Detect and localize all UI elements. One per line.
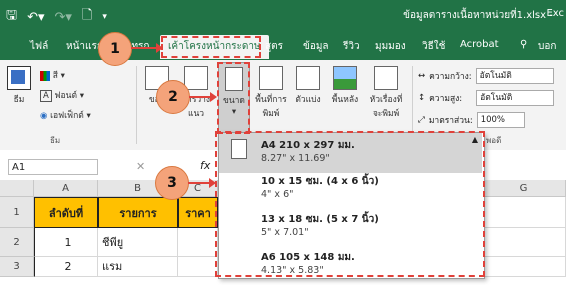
name-box[interactable]: A1 [8, 159, 98, 175]
table-cell[interactable] [178, 257, 218, 277]
app-name: Exc [546, 8, 564, 19]
title-bar: 🖫 ↶▾ ↷▾ 🗋 ▾ ข้อมูลตารางเนื้อหาหน่วยที่1.… [0, 0, 566, 31]
column-header-a[interactable]: A [34, 180, 98, 197]
table-header-cell[interactable]: ราคา [178, 197, 218, 228]
colors-button[interactable]: สี ▾ [40, 68, 65, 82]
breaks-button[interactable]: ตัวแบ่ง [292, 66, 324, 106]
background-label: พื้นหลัง [331, 95, 359, 105]
effects-button[interactable]: ◉ เอฟเฟ็กต์ ▾ [40, 108, 91, 122]
height-select[interactable]: อัตโนมัติ [476, 90, 555, 106]
ribbon-separator [136, 66, 137, 144]
width-row: ↔ ความกว้าง: อัตโนมัติ [418, 68, 554, 84]
tab-review[interactable]: รีวิว [343, 39, 360, 54]
fx-label[interactable]: fx [200, 159, 210, 172]
background-button[interactable]: พื้นหลัง [328, 66, 362, 106]
highlight-size-button [217, 62, 250, 134]
row-header-3[interactable]: 3 [0, 257, 34, 277]
themes-group-label: ธีม [50, 136, 61, 145]
table-cell[interactable]: ชีพียู [98, 228, 178, 257]
width-select[interactable]: อัตโนมัติ [475, 68, 554, 84]
table-cell[interactable]: 1 [34, 228, 98, 257]
row-header-1[interactable]: 1 [0, 197, 34, 228]
effects-icon: ◉ [40, 111, 48, 121]
scale-input[interactable]: 100% [476, 112, 525, 128]
effects-label: เอฟเฟ็กต์ [50, 111, 84, 121]
table-cell[interactable] [482, 228, 566, 257]
table-cell[interactable] [178, 228, 218, 257]
table-header-cell[interactable]: รายการ [98, 197, 178, 228]
select-all-corner[interactable] [0, 180, 34, 197]
scale-group-label: พอดี [486, 136, 502, 145]
width-icon: ↔ [418, 71, 426, 81]
tab-help[interactable]: วิธีใช้ [422, 39, 445, 54]
callout-arrow [189, 92, 217, 102]
tab-formulas[interactable]: สูตร [265, 39, 283, 54]
document-title: ข้อมูลตารางเนื้อหาหน่วยที่1.xlsx - [403, 10, 553, 21]
table-header-cell[interactable]: ลำดับที่ [34, 197, 98, 228]
row-header-2[interactable]: 2 [0, 228, 34, 257]
background-icon [333, 66, 357, 90]
height-icon: ↕ [418, 93, 426, 103]
tab-view[interactable]: มุมมอง [375, 39, 406, 54]
callout-step-2: 2 [156, 80, 190, 114]
themes-button[interactable]: ธีม [6, 66, 32, 106]
print-area-button[interactable]: พื้นที่การ พิมพ์ [254, 66, 288, 120]
scale-icon: ⤢ [418, 115, 425, 125]
orientation-sub-label: แนว [187, 109, 205, 119]
themes-icon [7, 66, 31, 90]
tab-tell-me[interactable]: บอก [538, 39, 556, 54]
fonts-label: ฟอนต์ [54, 91, 77, 101]
fonts-button[interactable]: A ฟอนต์ ▾ [40, 88, 84, 102]
callout-arrow [131, 43, 163, 53]
table-cell[interactable] [482, 257, 566, 277]
print-area-label: พื้นที่การ [255, 95, 287, 105]
orientation-icon [184, 66, 208, 90]
highlight-size-dropdown [215, 131, 485, 277]
print-titles-icon [374, 66, 398, 90]
tab-acrobat[interactable]: Acrobat [460, 39, 499, 50]
callout-step-1: 1 [98, 32, 132, 66]
cancel-icon[interactable]: ✕ [136, 160, 145, 173]
print-titles-button[interactable]: หัวเรื่องที่ จะพิมพ์ [366, 66, 406, 120]
scale-label: มาตราส่วน: [428, 116, 473, 126]
table-cell[interactable]: แรม [98, 257, 178, 277]
breaks-icon [296, 66, 320, 90]
scale-row: ⤢ มาตราส่วน: 100% [418, 112, 525, 128]
column-header-g[interactable]: G [482, 180, 566, 197]
colors-icon [40, 70, 50, 81]
height-row: ↕ ความสูง: อัตโนมัติ [418, 90, 555, 106]
callout-step-3: 3 [155, 166, 189, 200]
width-label: ความกว้าง: [429, 72, 472, 82]
ribbon-tabs: ไฟล์ หน้าแรก แทรก เค้าโครงหน้ากระดาษ สูต… [0, 31, 566, 60]
tell-me-icon[interactable]: ⚲ [520, 39, 527, 50]
highlight-tab-page-layout [161, 36, 261, 58]
themes-label: ธีม [13, 95, 25, 105]
tab-file[interactable]: ไฟล์ [30, 39, 48, 54]
print-titles-label: หัวเรื่องที่ [369, 95, 403, 105]
breaks-label: ตัวแบ่ง [295, 95, 321, 105]
callout-arrow [188, 178, 216, 188]
fonts-icon: A [40, 90, 52, 102]
print-titles-sub-label: จะพิมพ์ [372, 109, 400, 119]
print-area-icon [259, 66, 283, 90]
table-cell[interactable] [482, 197, 566, 228]
tab-data[interactable]: ข้อมูล [303, 39, 329, 54]
colors-label: สี [52, 71, 58, 81]
height-label: ความสูง: [429, 94, 463, 104]
table-cell[interactable]: 2 [34, 257, 98, 277]
print-area-sub-label: พิมพ์ [262, 109, 280, 119]
